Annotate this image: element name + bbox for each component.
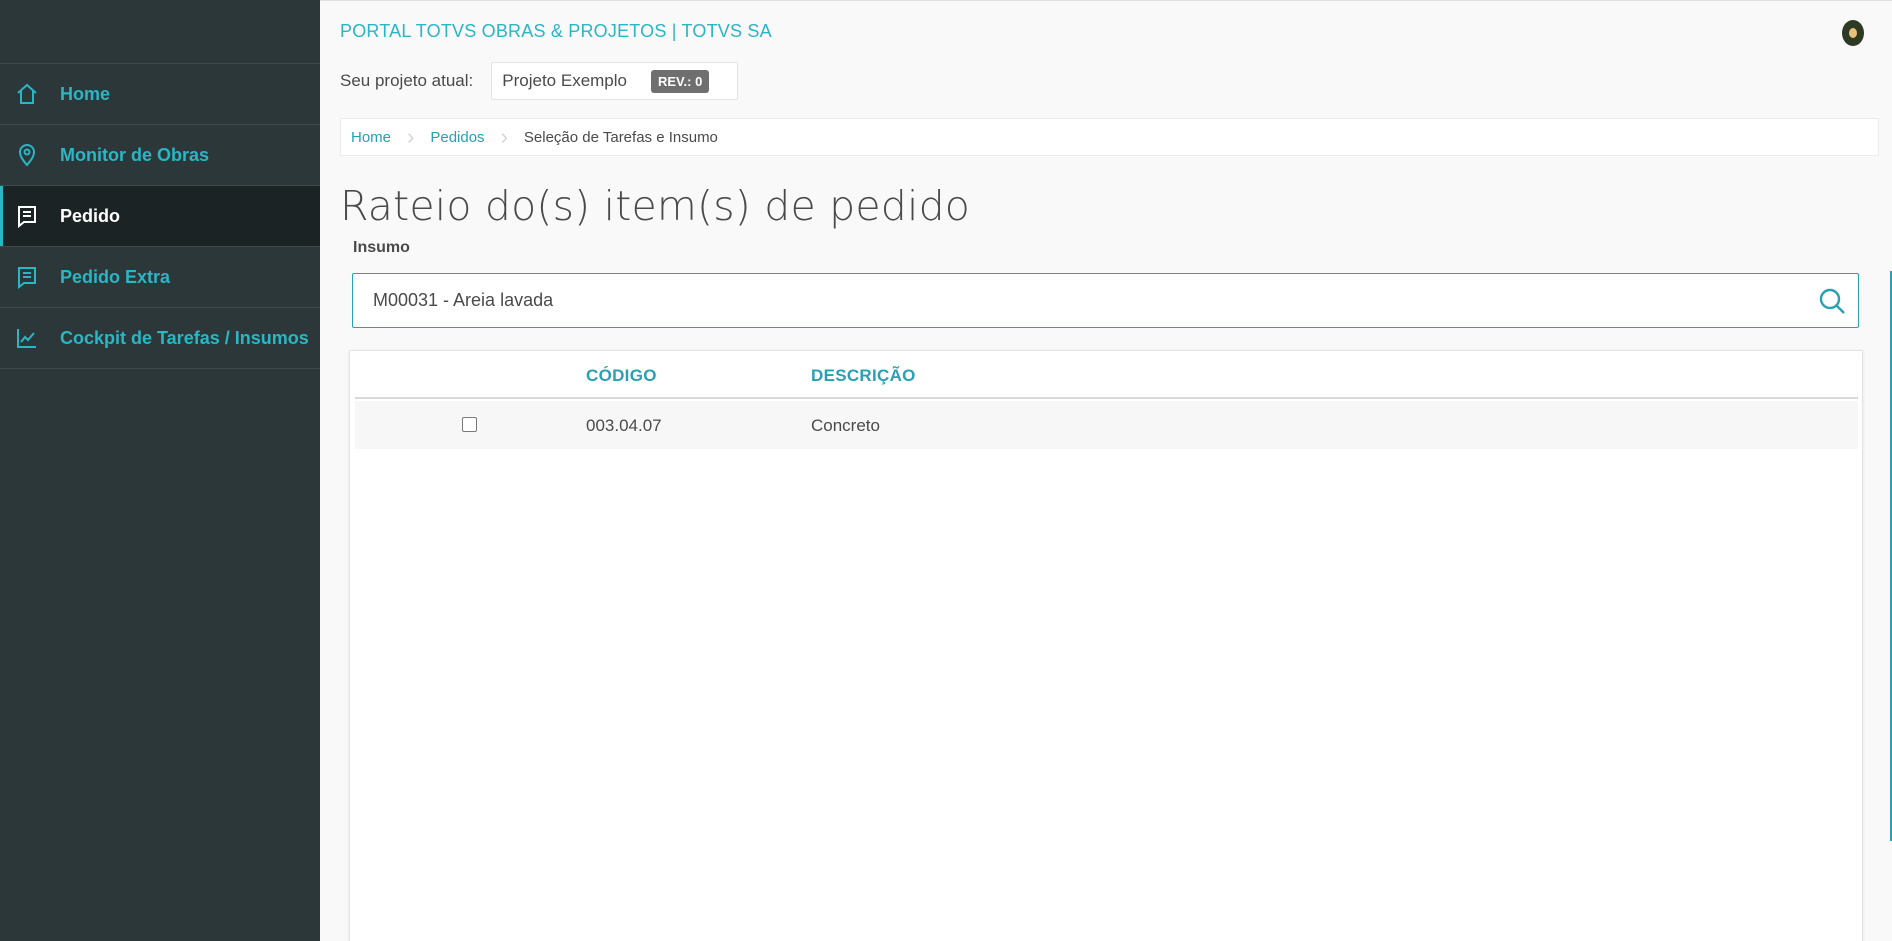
breadcrumb-current: Seleção de Tarefas e Insumo	[523, 128, 718, 146]
sidebar-item-label: Monitor de Obras	[60, 144, 210, 165]
sidebar-item-label: Pedido	[60, 205, 121, 226]
avatar[interactable]	[1842, 20, 1864, 46]
breadcrumb-home[interactable]: Home	[351, 129, 391, 146]
project-name: Projeto Exemplo	[502, 71, 627, 90]
sidebar: Home Monitor de Obras Pedido Pedido Extr…	[0, 0, 320, 941]
column-header-codigo[interactable]: CÓDIGO	[586, 366, 657, 386]
map-pin-icon	[15, 143, 39, 167]
sidebar-header	[0, 0, 320, 64]
sidebar-item-pedido[interactable]: Pedido	[0, 186, 320, 247]
main-content: PORTAL TOTVS OBRAS & PROJETOS | TOTVS SA…	[320, 0, 1892, 941]
receipt-icon	[15, 265, 39, 289]
items-table: CÓDIGO DESCRIÇÃO 003.04.07 Concreto	[349, 350, 1863, 941]
breadcrumb-separator: ›	[500, 124, 508, 149]
cell-descricao: Concreto	[811, 416, 880, 435]
project-selector-row: Seu projeto atual: Projeto Exemplo REV.:…	[340, 62, 739, 100]
breadcrumb-pedidos[interactable]: Pedidos	[430, 129, 484, 146]
table-row[interactable]: 003.04.07 Concreto	[355, 401, 1858, 449]
column-header-descricao[interactable]: DESCRIÇÃO	[811, 366, 916, 386]
insumo-search-box	[352, 273, 1859, 328]
sidebar-item-monitor-de-obras[interactable]: Monitor de Obras	[0, 125, 320, 186]
search-icon[interactable]	[1818, 287, 1846, 315]
insumo-label: Insumo	[353, 239, 410, 256]
avatar-face	[1849, 28, 1857, 38]
app-title[interactable]: PORTAL TOTVS OBRAS & PROJETOS | TOTVS SA	[340, 21, 772, 42]
project-label: Seu projeto atual:	[340, 71, 474, 90]
page-title: Rateio do(s) item(s) de pedido	[340, 182, 971, 230]
home-icon	[15, 82, 39, 106]
insumo-input[interactable]	[373, 290, 1773, 311]
breadcrumb-separator: ›	[407, 124, 415, 149]
sidebar-item-label: Pedido Extra	[60, 266, 171, 287]
sidebar-item-cockpit[interactable]: Cockpit de Tarefas / Insumos	[0, 308, 320, 369]
cell-codigo: 003.04.07	[586, 416, 662, 435]
breadcrumb: Home › Pedidos › Seleção de Tarefas e In…	[340, 118, 1879, 156]
sidebar-item-label: Home	[60, 83, 111, 104]
revision-badge: REV.: 0	[651, 69, 710, 93]
sidebar-item-pedido-extra[interactable]: Pedido Extra	[0, 247, 320, 308]
project-selector[interactable]: Projeto Exemplo REV.: 0	[491, 62, 739, 100]
table-header: CÓDIGO DESCRIÇÃO	[355, 351, 1858, 399]
row-checkbox[interactable]	[462, 417, 477, 432]
chart-line-icon	[15, 326, 39, 350]
sidebar-item-label: Cockpit de Tarefas / Insumos	[60, 327, 309, 348]
receipt-icon	[15, 204, 39, 228]
sidebar-item-home[interactable]: Home	[0, 64, 320, 125]
